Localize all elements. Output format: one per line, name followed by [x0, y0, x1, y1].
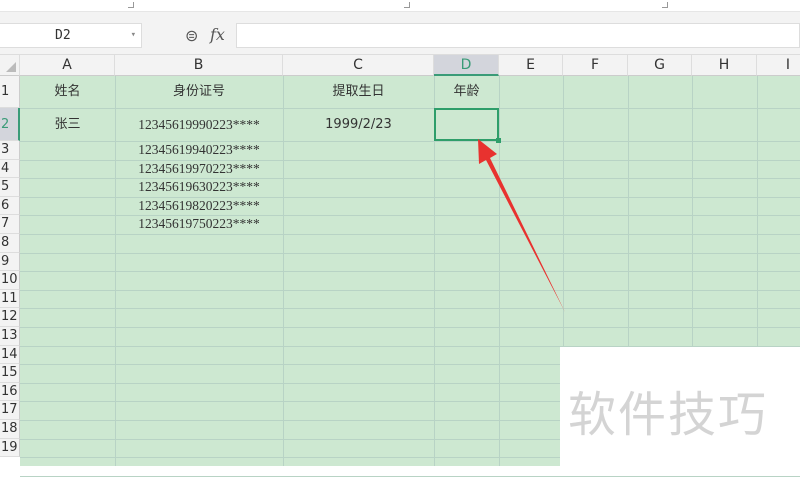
watermark: 软件技巧: [560, 347, 800, 466]
arrow-icon: [478, 139, 565, 312]
watermark-text: 软件技巧: [568, 387, 769, 443]
